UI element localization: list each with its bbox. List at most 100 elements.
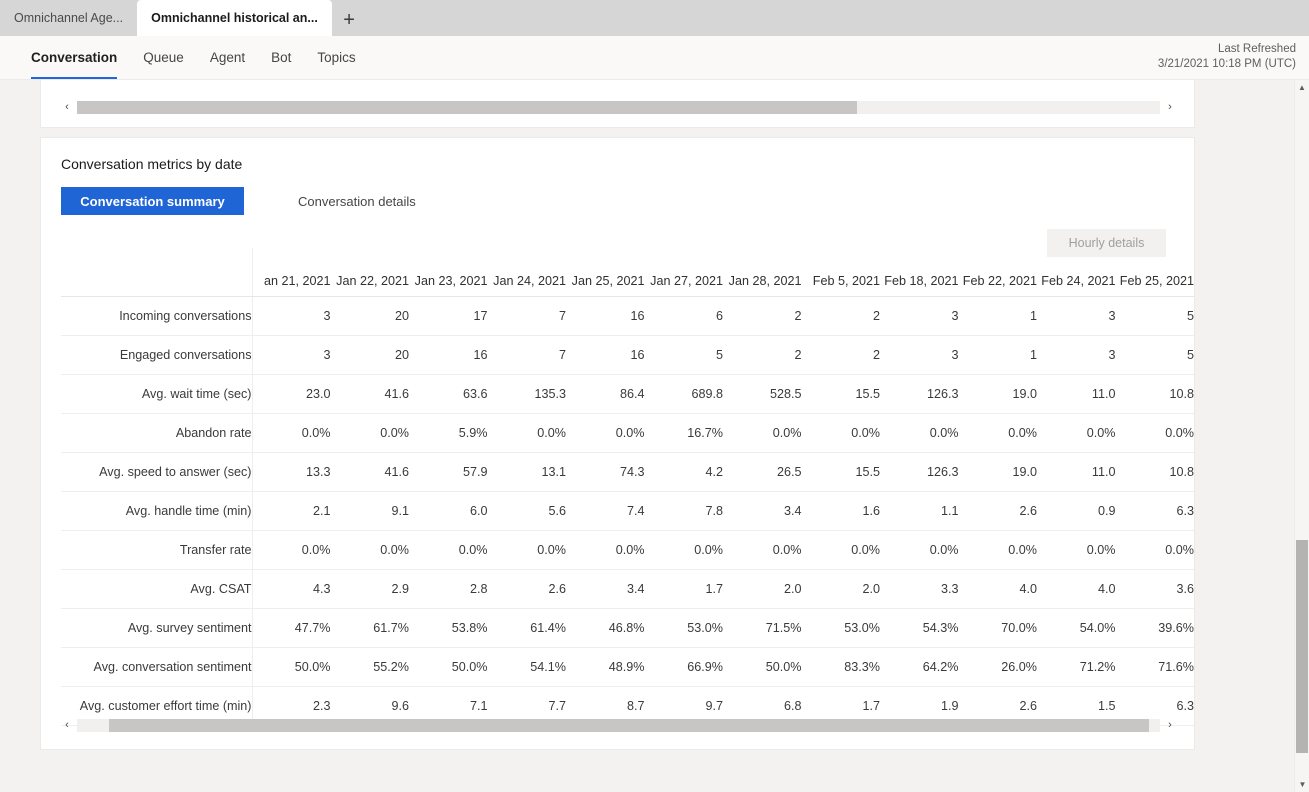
table-cell: 53.0% [644,608,723,648]
table-cell: 3.4 [723,491,802,531]
table-cell: 16 [566,296,645,336]
left-gutter [0,160,8,792]
table-cell: 5.9% [409,413,488,453]
content-area: ‹ › Conversation metrics by date Hourly … [0,80,1294,792]
column-header-date: Jan 24, 2021 [487,248,566,297]
last-refreshed-value: 3/21/2021 10:18 PM (UTC) [1157,58,1296,70]
row-header-metric: Avg. wait time (sec) [61,374,253,414]
table-cell: 41.6 [330,374,409,414]
table-cell: 528.5 [723,374,802,414]
pivot-label: Conversation summary [80,193,225,209]
table-cell: 0.0% [801,413,880,453]
table-cell: 3 [880,296,959,336]
table-cell: 0.0% [880,530,959,570]
table-cell: 71.2% [1037,647,1116,687]
scroll-thumb[interactable] [77,100,857,114]
table-cell: 7 [487,335,566,375]
pivot-label: Conversation details [298,193,416,209]
column-header-date: Jan 27, 2021 [644,248,723,297]
scroll-thumb[interactable] [109,718,1150,732]
table-cell: 2 [723,296,802,336]
tab-bot[interactable]: Bot [258,36,304,79]
table-cell: 15.5 [801,374,880,414]
table-cell: 71.5% [723,608,802,648]
table-cell: 7.8 [644,491,723,531]
page-title: Conversation metrics by date [61,156,243,172]
column-header-date: an 21, 2021 [252,248,331,297]
table-cell: 53.8% [409,608,488,648]
scroll-thumb[interactable] [1296,540,1308,753]
row-header-metric: Avg. handle time (min) [61,491,253,531]
table-cell: 0.0% [487,530,566,570]
table-cell: 6 [644,296,723,336]
scroll-up-icon[interactable]: ▲ [1295,80,1309,95]
table-cell: 23.0 [252,374,331,414]
scroll-right-icon[interactable]: › [1160,718,1180,732]
pivot-conversation-details[interactable]: Conversation details [282,187,432,215]
conversation-metrics-card: Conversation metrics by date Hourly deta… [40,137,1195,750]
table-row: Avg. handle time (min) 2.1 9.1 6.0 5.6 7.4 7.8… [61,491,1194,531]
scroll-track[interactable] [77,100,1160,114]
table-cell: 54.1% [487,647,566,687]
table-cell: 2.0 [801,569,880,609]
last-refreshed-label: Last Refreshed [1218,43,1296,55]
table-cell: 20 [330,335,409,375]
table-cell: 5 [1115,296,1194,336]
table-cell: 4.0 [1037,569,1116,609]
metrics-table-wrapper: an 21, 2021 Jan 22, 2021 Jan 23, 2021 Jan 2… [61,248,1194,726]
table-cell: 3 [1037,335,1116,375]
table-cell: 3 [252,296,331,336]
tab-topics[interactable]: Topics [304,36,368,79]
browser-tab-active[interactable]: Omnichannel historical an... ✕ [137,0,333,36]
table-cell: 0.0% [958,530,1037,570]
table-cell: 3.3 [880,569,959,609]
table-cell: 6.3 [1115,491,1194,531]
previous-card-hscrollbar[interactable]: ‹ › [57,99,1180,115]
table-cell: 19.0 [958,452,1037,492]
table-cell: 4.3 [252,569,331,609]
table-cell: 0.0% [1115,413,1194,453]
table-row: Avg. survey sentiment 47.7% 61.7% 53.8% 61.4… [61,608,1194,648]
tab-label: Bot [271,50,292,65]
table-cell: 135.3 [487,374,566,414]
table-cell: 3.6 [1115,569,1194,609]
new-tab-icon[interactable]: + [332,4,366,36]
table-cell: 126.3 [880,452,959,492]
table-cell: 0.0% [252,413,331,453]
table-cell: 0.0% [1037,530,1116,570]
pivot-conversation-summary[interactable]: Conversation summary [61,187,244,215]
browser-tab-inactive[interactable]: Omnichannel Age... [0,0,138,36]
table-cell: 3.4 [566,569,645,609]
row-header-metric: Abandon rate [61,413,253,453]
table-cell: 86.4 [566,374,645,414]
column-header-date: Feb 5, 2021 [801,248,880,297]
tab-queue[interactable]: Queue [130,36,197,79]
table-cell: 1 [958,296,1037,336]
table-cell: 0.0% [723,413,802,453]
table-cell: 61.4% [487,608,566,648]
table-cell: 0.0% [801,530,880,570]
table-cell: 11.0 [1037,374,1116,414]
table-cell: 2.8 [409,569,488,609]
scroll-left-icon[interactable]: ‹ [57,100,77,114]
page-vertical-scrollbar[interactable]: ▲ ▼ [1294,80,1309,792]
table-cell: 53.0% [801,608,880,648]
table-hscrollbar[interactable]: ‹ › [57,717,1180,733]
table-cell: 64.2% [880,647,959,687]
tab-label: Queue [143,50,184,65]
scroll-track[interactable] [77,718,1160,732]
table-cell: 16 [566,335,645,375]
table-cell: 0.0% [566,413,645,453]
column-header-date: Jan 23, 2021 [409,248,488,297]
pivot-group: Conversation summary Conversation detail… [41,187,1194,215]
table-cell: 66.9% [644,647,723,687]
scroll-left-icon[interactable]: ‹ [57,718,77,732]
table-cell: 41.6 [330,452,409,492]
tab-agent[interactable]: Agent [197,36,258,79]
metrics-table-body: Incoming conversations 3 20 17 7 16 6 2 2 3 1 3 5 Eng… [61,296,1194,726]
scroll-down-icon[interactable]: ▼ [1295,777,1309,792]
table-cell: 48.9% [566,647,645,687]
scroll-right-icon[interactable]: › [1160,100,1180,114]
tab-conversation[interactable]: Conversation [18,36,130,79]
table-cell: 0.0% [409,530,488,570]
